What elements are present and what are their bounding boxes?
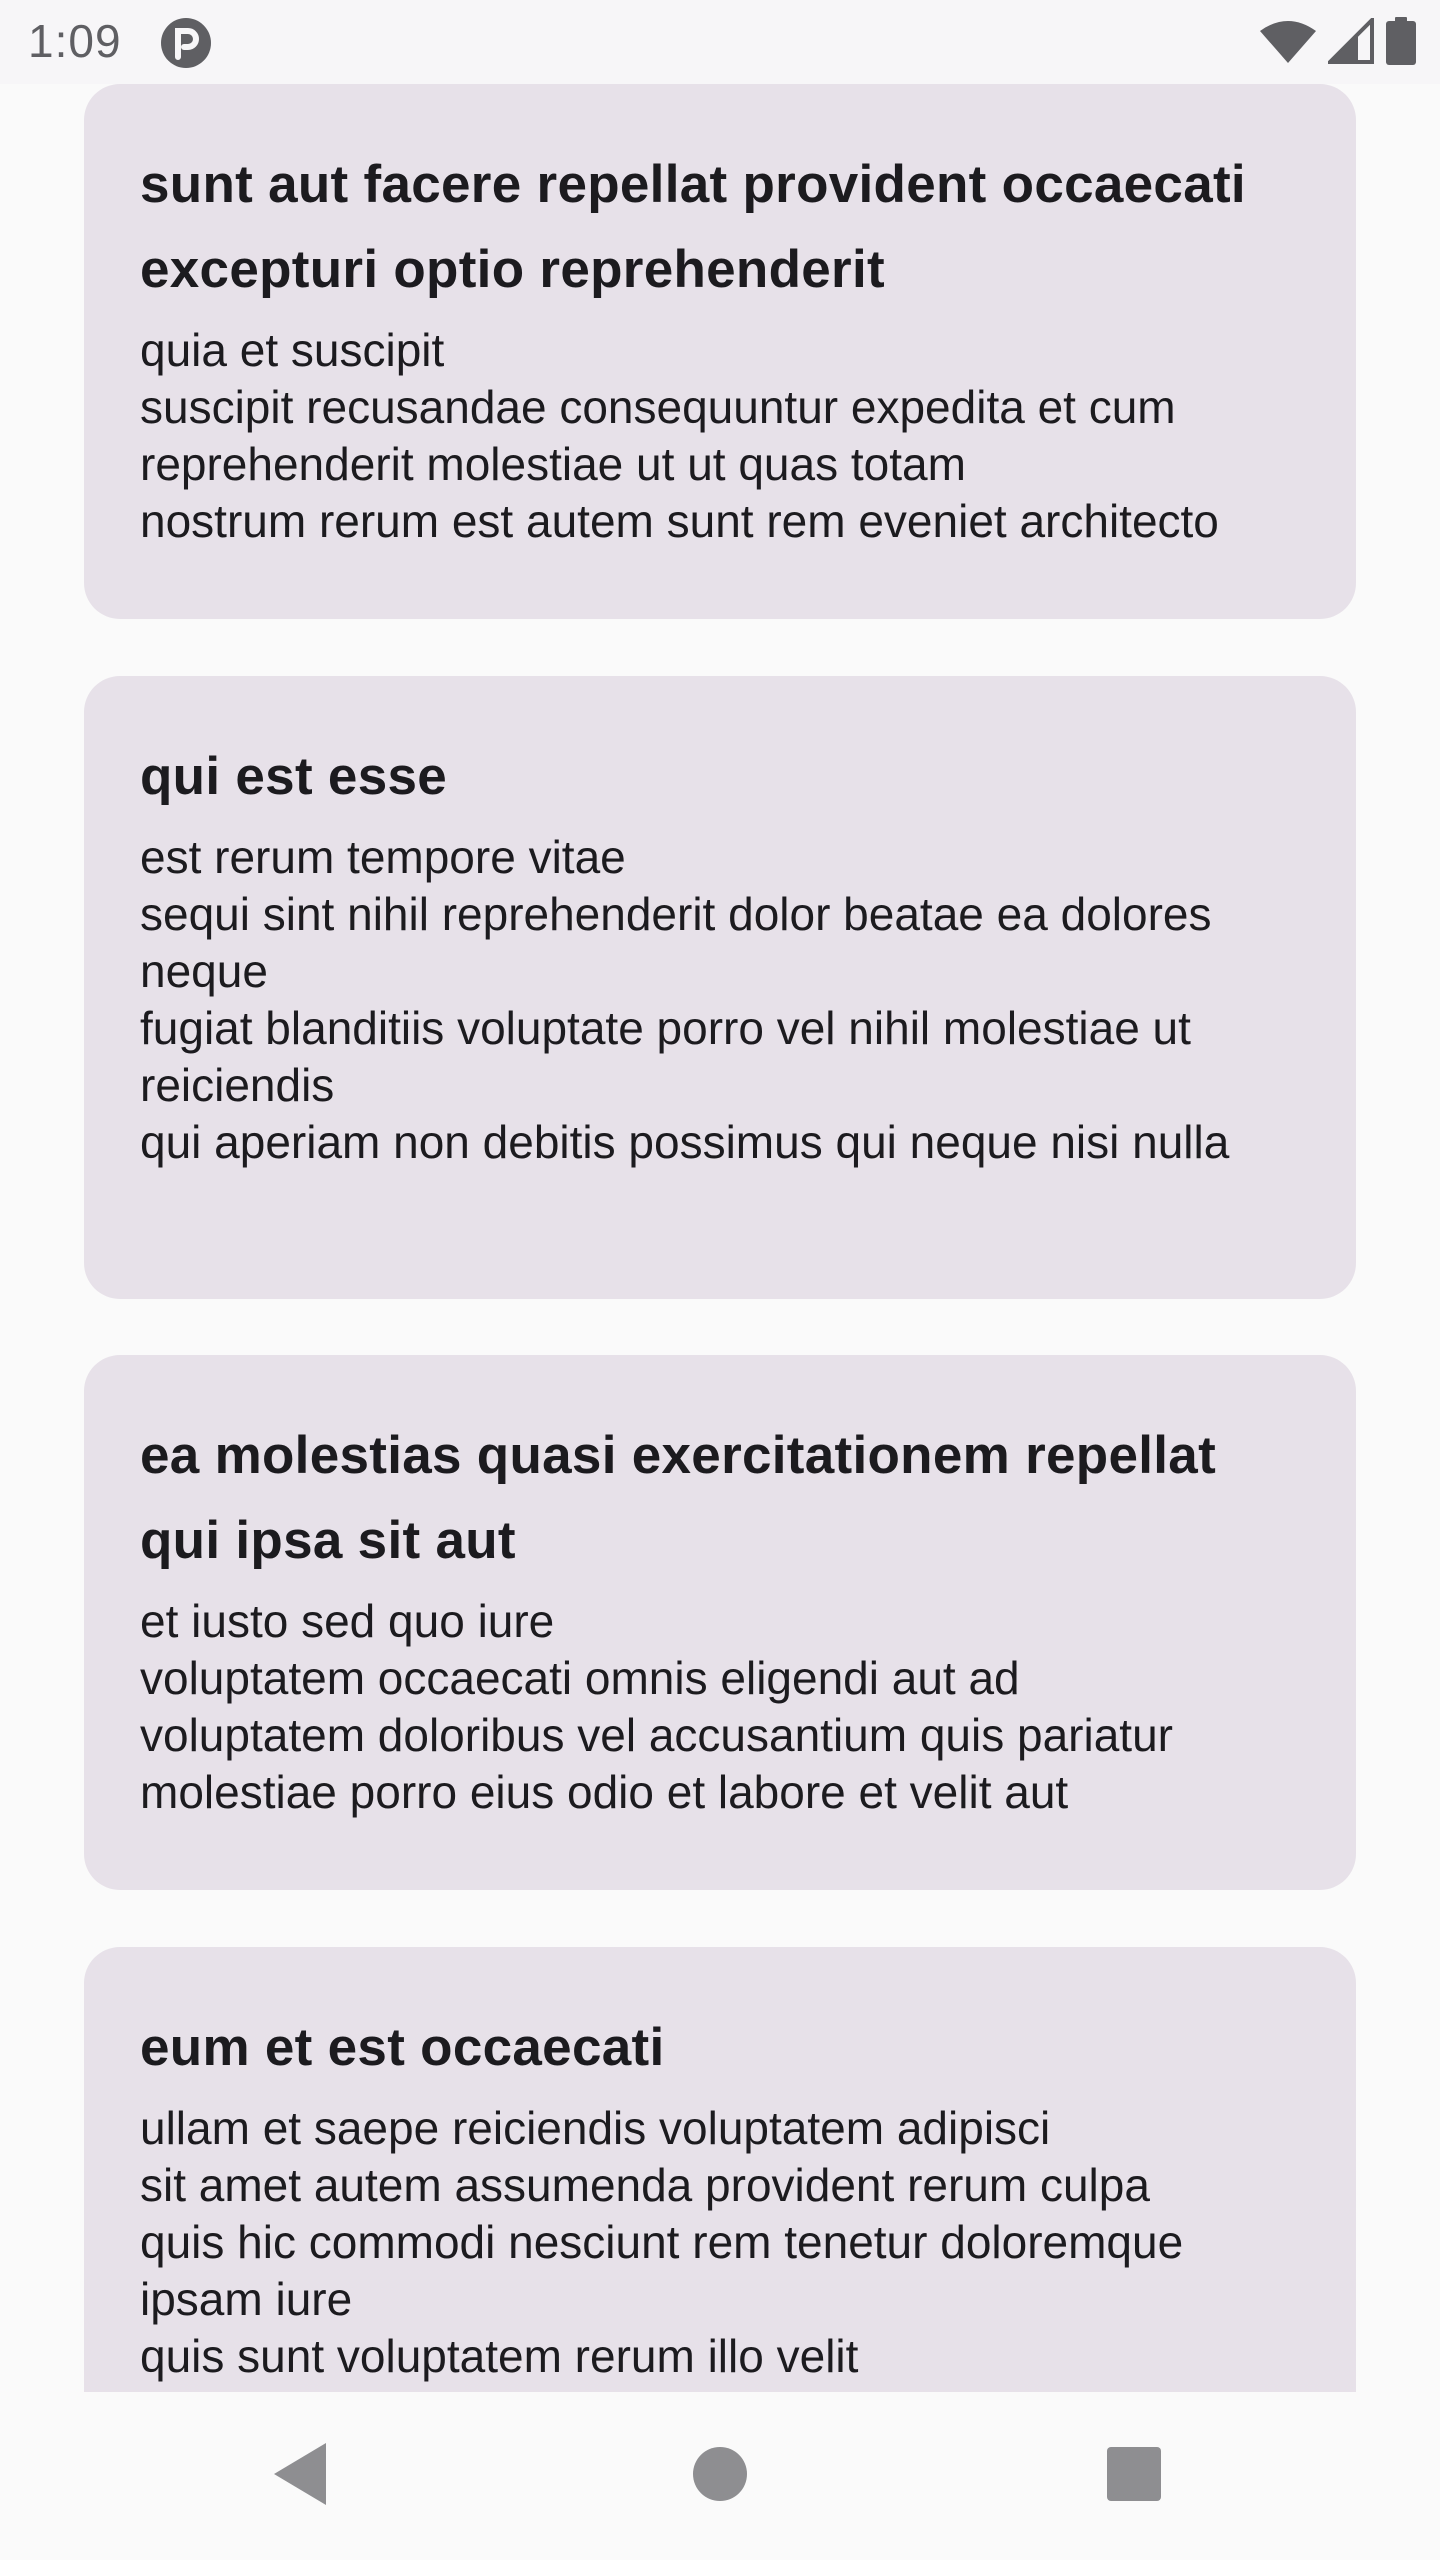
post-body: ullam et saepe reiciendis voluptatem adi… bbox=[140, 2102, 1184, 2382]
post-title: eum et est occaecati bbox=[140, 2018, 665, 2077]
post-body: quia et suscipit suscipit recusandae con… bbox=[140, 324, 1219, 547]
home-icon bbox=[691, 2445, 749, 2508]
navigation-bar bbox=[0, 2392, 1440, 2560]
app-notification-icon bbox=[160, 17, 212, 69]
back-button[interactable] bbox=[256, 2432, 344, 2520]
post-title: ea molestias quasi exercitationem repell… bbox=[140, 1426, 1217, 1570]
status-icons bbox=[1260, 14, 1416, 70]
recents-button[interactable] bbox=[1090, 2432, 1178, 2520]
post-card[interactable]: qui est esse est rerum tempore vitae seq… bbox=[84, 676, 1356, 1299]
post-body: est rerum tempore vitae sequi sint nihil… bbox=[140, 831, 1230, 1168]
post-card[interactable]: eum et est occaecati ullam et saepe reic… bbox=[84, 1947, 1356, 2392]
post-card[interactable]: ea molestias quasi exercitationem repell… bbox=[84, 1355, 1356, 1890]
status-bar: 1:09 bbox=[0, 0, 1440, 84]
home-button[interactable] bbox=[676, 2432, 764, 2520]
post-title: qui est esse bbox=[140, 747, 448, 806]
post-card[interactable]: sunt aut facere repellat provident occae… bbox=[84, 84, 1356, 619]
recents-icon bbox=[1106, 2446, 1162, 2507]
app-screen: 1:09 sunt aut facere repellat provident … bbox=[0, 0, 1440, 2560]
cell-signal-icon bbox=[1325, 14, 1374, 69]
wifi-icon bbox=[1260, 19, 1316, 68]
post-list[interactable]: sunt aut facere repellat provident occae… bbox=[0, 84, 1440, 2392]
battery-icon bbox=[1386, 16, 1416, 70]
status-time: 1:09 bbox=[28, 15, 122, 67]
post-body: et iusto sed quo iure voluptatem occaeca… bbox=[140, 1595, 1173, 1818]
post-title: sunt aut facere repellat provident occae… bbox=[140, 155, 1246, 299]
back-icon bbox=[270, 2441, 330, 2512]
